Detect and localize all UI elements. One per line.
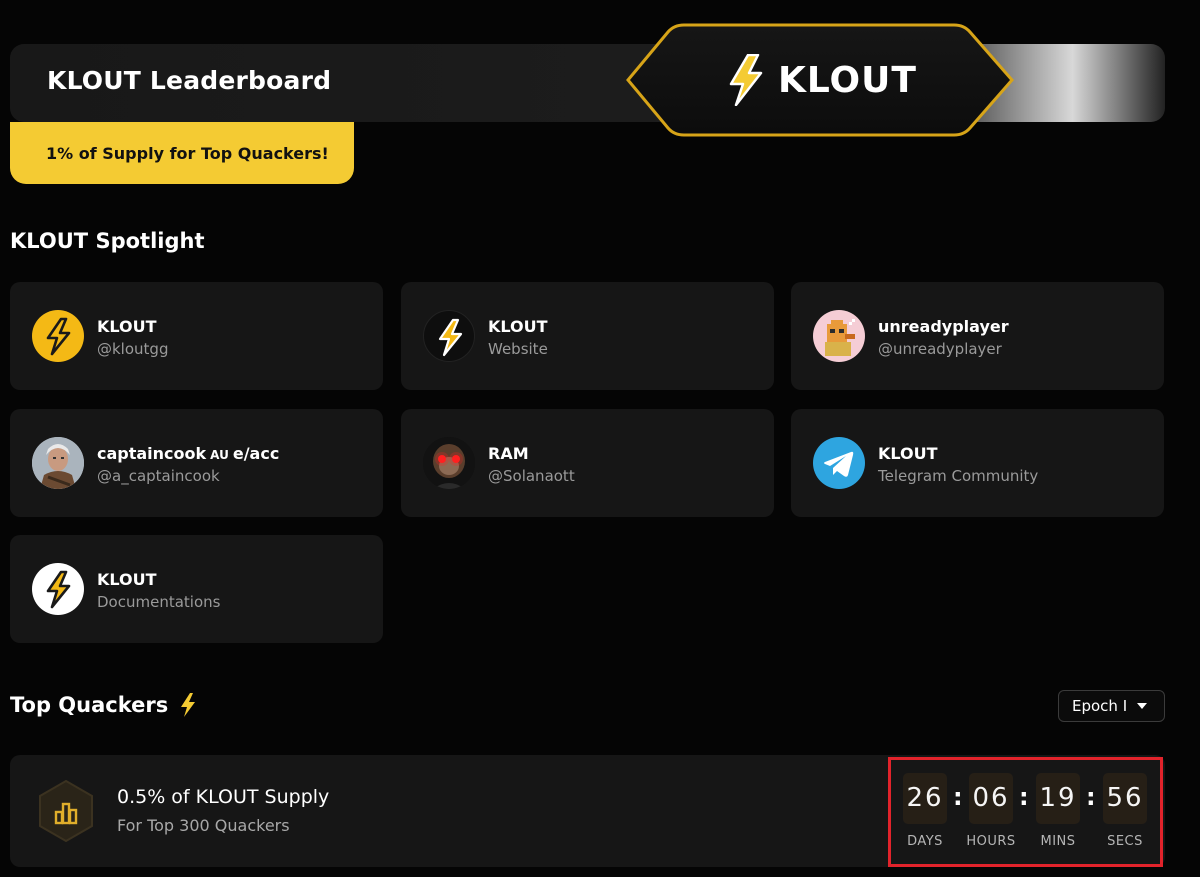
countdown-separator: : [1019,783,1029,811]
supply-title: 0.5% of KLOUT Supply [117,786,330,808]
countdown-label-hours: HOURS [966,834,1016,849]
spotlight-card-telegram[interactable]: KLOUT Telegram Community [791,409,1164,517]
countdown-mins: 19 [1036,773,1080,824]
warrior-avatar-icon [32,437,84,489]
spotlight-card-unreadyplayer[interactable]: unreadyplayer @unreadyplayer [791,282,1164,390]
card-name: KLOUT [97,570,157,589]
page-title: KLOUT Leaderboard [47,66,332,95]
spotlight-card-kloutgg[interactable]: KLOUT @kloutgg [10,282,383,390]
countdown-secs: 56 [1103,773,1147,824]
card-name: RAM [488,444,529,463]
caret-down-icon [1137,703,1148,709]
epoch-selected: Epoch I [1072,697,1128,715]
card-handle: @unreadyplayer [878,340,1002,358]
monkey-red-eyes-avatar-icon [423,437,475,489]
pixel-duck-avatar-icon [813,310,865,362]
spotlight-card-website[interactable]: KLOUT Website [401,282,774,390]
klout-bolt-dark-icon [423,310,475,362]
card-name: captaincook AU e/acc [97,444,279,463]
countdown-hours: 06 [969,773,1013,824]
lightning-bolt-icon [729,54,763,106]
leaderboard-chart-icon [35,779,97,846]
countdown-label-mins: MINS [1040,834,1076,849]
spotlight-card-ram[interactable]: RAM @Solanaott [401,409,774,517]
top-quackers-heading: Top Quackers [10,693,196,717]
klout-bolt-white-icon [32,563,84,615]
card-handle: @kloutgg [97,340,169,358]
countdown-label-secs: SECS [1107,834,1143,849]
spotlight-title: KLOUT Spotlight [10,229,205,253]
telegram-icon [813,437,865,489]
badge-title: KLOUT [778,59,917,101]
card-handle: Telegram Community [878,467,1039,485]
supply-promo-banner: 1% of Supply for Top Quackers! [10,122,354,184]
spotlight-card-docs[interactable]: KLOUT Documentations [10,535,383,643]
card-name-suffix: e/acc [232,444,280,463]
badge-content: KLOUT [728,52,917,108]
supply-subtitle: For Top 300 Quackers [117,816,290,835]
epoch-dropdown[interactable]: Epoch I [1058,690,1165,722]
card-handle: @Solanaott [488,467,575,485]
card-handle: @a_captaincook [97,467,220,485]
top-quackers-title: Top Quackers [10,693,169,717]
leaderboard-page: KLOUT Leaderboard 1% of Supply for Top Q… [0,0,1200,877]
card-name: KLOUT [878,444,938,463]
card-name: KLOUT [488,317,548,336]
countdown-separator: : [953,783,963,811]
card-name-text: captaincook [97,444,207,463]
countdown-days: 26 [903,773,947,824]
card-handle: Documentations [97,593,221,611]
countdown-label-days: DAYS [907,834,943,849]
country-tag: AU [210,448,229,462]
card-name: unreadyplayer [878,317,1009,336]
card-name: KLOUT [97,317,157,336]
card-handle: Website [488,340,548,358]
klout-bolt-yellow-icon [32,310,84,362]
spotlight-card-captaincook[interactable]: captaincook AU e/acc @a_captaincook [10,409,383,517]
countdown-separator: : [1086,783,1096,811]
klout-badge: KLOUT [624,22,1016,138]
lightning-bolt-icon [181,693,196,717]
